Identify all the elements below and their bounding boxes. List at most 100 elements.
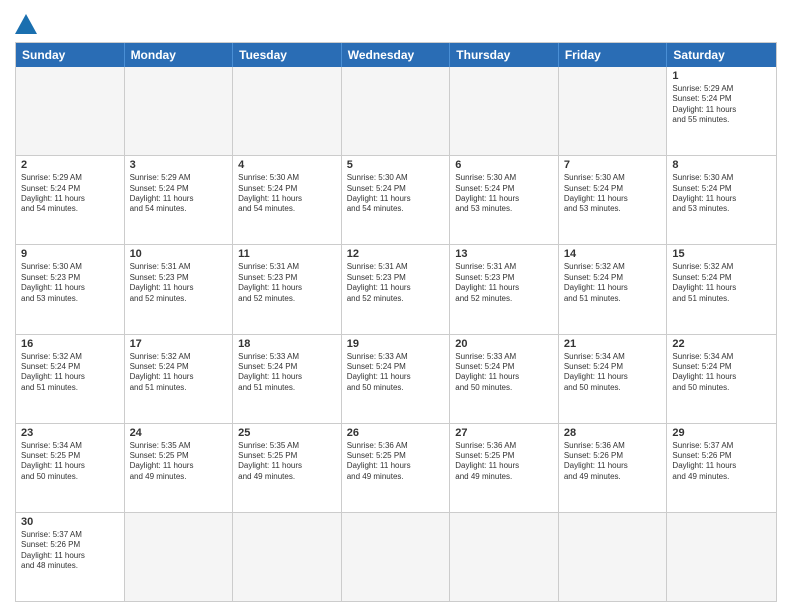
cell-info: Sunrise: 5:37 AMSunset: 5:26 PMDaylight:… [21, 530, 119, 572]
cal-cell-6: 6 Sunrise: 5:30 AMSunset: 5:24 PMDaylight… [450, 156, 559, 244]
cal-cell-empty-0-0 [16, 67, 125, 155]
cell-info: Sunrise: 5:33 AMSunset: 5:24 PMDaylight:… [455, 352, 553, 394]
cell-info: Sunrise: 5:29 AMSunset: 5:24 PMDaylight:… [21, 173, 119, 215]
cal-cell-15: 15 Sunrise: 5:32 AMSunset: 5:24 PMDayligh… [667, 245, 776, 333]
cell-info: Sunrise: 5:30 AMSunset: 5:24 PMDaylight:… [238, 173, 336, 215]
cell-info: Sunrise: 5:30 AMSunset: 5:24 PMDaylight:… [455, 173, 553, 215]
cal-cell-24: 24 Sunrise: 5:35 AMSunset: 5:25 PMDayligh… [125, 424, 234, 512]
cell-info: Sunrise: 5:33 AMSunset: 5:24 PMDaylight:… [238, 352, 336, 394]
cell-info: Sunrise: 5:36 AMSunset: 5:25 PMDaylight:… [455, 441, 553, 483]
cal-cell-empty-5-5 [559, 513, 668, 601]
day-number: 16 [21, 338, 119, 350]
calendar: SundayMondayTuesdayWednesdayThursdayFrid… [15, 42, 777, 602]
calendar-body: 1 Sunrise: 5:29 AMSunset: 5:24 PMDaylight… [16, 67, 776, 601]
day-number: 6 [455, 159, 553, 171]
day-number: 25 [238, 427, 336, 439]
cell-info: Sunrise: 5:31 AMSunset: 5:23 PMDaylight:… [130, 262, 228, 304]
cell-info: Sunrise: 5:32 AMSunset: 5:24 PMDaylight:… [564, 262, 662, 304]
cal-cell-empty-0-5 [559, 67, 668, 155]
day-number: 21 [564, 338, 662, 350]
cell-info: Sunrise: 5:35 AMSunset: 5:25 PMDaylight:… [130, 441, 228, 483]
cal-cell-empty-5-2 [233, 513, 342, 601]
day-number: 10 [130, 248, 228, 260]
logo-text [15, 14, 37, 34]
day-number: 4 [238, 159, 336, 171]
day-number: 30 [21, 516, 119, 528]
header-day-friday: Friday [559, 43, 668, 67]
cal-cell-29: 29Sunrise: 5:37 AMSunset: 5:26 PMDayligh… [667, 424, 776, 512]
page: SundayMondayTuesdayWednesdayThursdayFrid… [0, 0, 792, 612]
cell-info: Sunrise: 5:29 AMSunset: 5:24 PMDaylight:… [672, 84, 771, 126]
cal-cell-11: 11 Sunrise: 5:31 AMSunset: 5:23 PMDayligh… [233, 245, 342, 333]
cal-cell-empty-0-4 [450, 67, 559, 155]
cal-cell-30: 30 Sunrise: 5:37 AMSunset: 5:26 PMDayligh… [16, 513, 125, 601]
header-day-wednesday: Wednesday [342, 43, 451, 67]
cal-cell-empty-5-6 [667, 513, 776, 601]
cal-cell-18: 18 Sunrise: 5:33 AMSunset: 5:24 PMDayligh… [233, 335, 342, 423]
header [15, 10, 777, 34]
day-number: 1 [672, 70, 771, 82]
cal-cell-9: 9 Sunrise: 5:30 AMSunset: 5:23 PMDaylight… [16, 245, 125, 333]
header-day-saturday: Saturday [667, 43, 776, 67]
cell-info: Sunrise: 5:33 AMSunset: 5:24 PMDaylight:… [347, 352, 445, 394]
day-number: 15 [672, 248, 771, 260]
day-number: 26 [347, 427, 445, 439]
week-row-1: 2Sunrise: 5:29 AMSunset: 5:24 PMDaylight… [16, 156, 776, 245]
header-day-sunday: Sunday [16, 43, 125, 67]
week-row-2: 9 Sunrise: 5:30 AMSunset: 5:23 PMDaylight… [16, 245, 776, 334]
cell-info: Sunrise: 5:36 AMSunset: 5:26 PMDaylight:… [564, 441, 662, 483]
cal-cell-2: 2Sunrise: 5:29 AMSunset: 5:24 PMDaylight… [16, 156, 125, 244]
cal-cell-10: 10 Sunrise: 5:31 AMSunset: 5:23 PMDayligh… [125, 245, 234, 333]
cal-cell-21: 21Sunrise: 5:34 AMSunset: 5:24 PMDayligh… [559, 335, 668, 423]
cell-info: Sunrise: 5:32 AMSunset: 5:24 PMDaylight:… [130, 352, 228, 394]
day-number: 3 [130, 159, 228, 171]
day-number: 11 [238, 248, 336, 260]
cal-cell-7: 7 Sunrise: 5:30 AMSunset: 5:24 PMDaylight… [559, 156, 668, 244]
cal-cell-13: 13Sunrise: 5:31 AMSunset: 5:23 PMDayligh… [450, 245, 559, 333]
cal-cell-empty-0-3 [342, 67, 451, 155]
cal-cell-25: 25 Sunrise: 5:35 AMSunset: 5:25 PMDayligh… [233, 424, 342, 512]
day-number: 27 [455, 427, 553, 439]
cell-info: Sunrise: 5:30 AMSunset: 5:23 PMDaylight:… [21, 262, 119, 304]
cell-info: Sunrise: 5:36 AMSunset: 5:25 PMDaylight:… [347, 441, 445, 483]
day-number: 20 [455, 338, 553, 350]
cell-info: Sunrise: 5:31 AMSunset: 5:23 PMDaylight:… [347, 262, 445, 304]
day-number: 28 [564, 427, 662, 439]
cell-info: Sunrise: 5:34 AMSunset: 5:24 PMDaylight:… [672, 352, 771, 394]
cal-cell-26: 26 Sunrise: 5:36 AMSunset: 5:25 PMDayligh… [342, 424, 451, 512]
cell-info: Sunrise: 5:35 AMSunset: 5:25 PMDaylight:… [238, 441, 336, 483]
day-number: 22 [672, 338, 771, 350]
header-day-thursday: Thursday [450, 43, 559, 67]
day-number: 24 [130, 427, 228, 439]
calendar-header: SundayMondayTuesdayWednesdayThursdayFrid… [16, 43, 776, 67]
cal-cell-23: 23 Sunrise: 5:34 AMSunset: 5:25 PMDayligh… [16, 424, 125, 512]
day-number: 17 [130, 338, 228, 350]
cell-info: Sunrise: 5:32 AMSunset: 5:24 PMDaylight:… [21, 352, 119, 394]
logo [15, 10, 37, 34]
day-number: 29 [672, 427, 771, 439]
day-number: 23 [21, 427, 119, 439]
day-number: 9 [21, 248, 119, 260]
day-number: 18 [238, 338, 336, 350]
week-row-0: 1 Sunrise: 5:29 AMSunset: 5:24 PMDaylight… [16, 67, 776, 156]
cal-cell-16: 16 Sunrise: 5:32 AMSunset: 5:24 PMDayligh… [16, 335, 125, 423]
day-number: 8 [672, 159, 771, 171]
cell-info: Sunrise: 5:30 AMSunset: 5:24 PMDaylight:… [672, 173, 771, 215]
cal-cell-empty-0-1 [125, 67, 234, 155]
week-row-4: 23 Sunrise: 5:34 AMSunset: 5:25 PMDayligh… [16, 424, 776, 513]
cal-cell-12: 12Sunrise: 5:31 AMSunset: 5:23 PMDayligh… [342, 245, 451, 333]
cell-info: Sunrise: 5:30 AMSunset: 5:24 PMDaylight:… [564, 173, 662, 215]
header-day-tuesday: Tuesday [233, 43, 342, 67]
cal-cell-empty-0-2 [233, 67, 342, 155]
cal-cell-20: 20 Sunrise: 5:33 AMSunset: 5:24 PMDayligh… [450, 335, 559, 423]
day-number: 13 [455, 248, 553, 260]
cell-info: Sunrise: 5:32 AMSunset: 5:24 PMDaylight:… [672, 262, 771, 304]
cal-cell-3: 3 Sunrise: 5:29 AMSunset: 5:24 PMDaylight… [125, 156, 234, 244]
header-day-monday: Monday [125, 43, 234, 67]
cal-cell-empty-5-4 [450, 513, 559, 601]
cell-info: Sunrise: 5:29 AMSunset: 5:24 PMDaylight:… [130, 173, 228, 215]
cell-info: Sunrise: 5:31 AMSunset: 5:23 PMDaylight:… [238, 262, 336, 304]
day-number: 5 [347, 159, 445, 171]
cell-info: Sunrise: 5:34 AMSunset: 5:25 PMDaylight:… [21, 441, 119, 483]
day-number: 7 [564, 159, 662, 171]
